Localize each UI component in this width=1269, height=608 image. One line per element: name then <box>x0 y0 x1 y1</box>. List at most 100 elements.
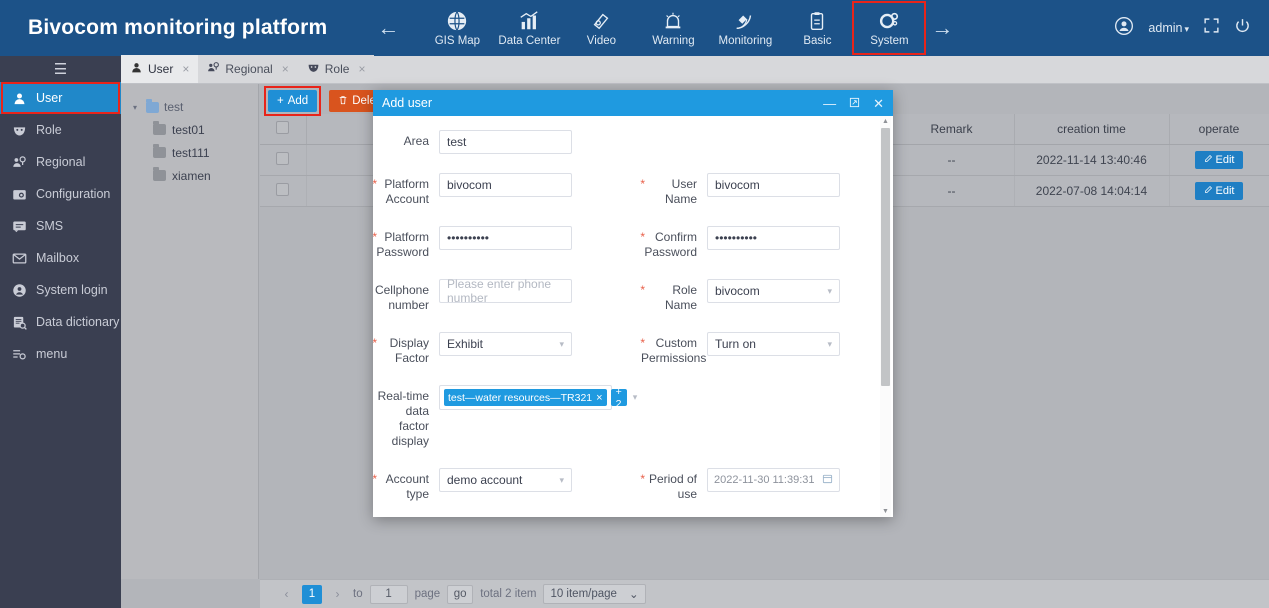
tree-node-label: test <box>164 100 184 114</box>
chevron-down-icon[interactable]: ▾ <box>133 103 141 112</box>
tree-node-root[interactable]: ▾ test <box>121 96 258 118</box>
confirm-password-input[interactable]: •••••••••• <box>707 226 840 250</box>
add-user-form: Area test * Platform Account bivocom * Use… <box>373 116 893 502</box>
platform-password-input[interactable]: •••••••••• <box>439 226 572 250</box>
prev-page-button[interactable]: ‹ <box>278 585 295 604</box>
cellphone-input[interactable]: Please enter phone number <box>439 277 572 305</box>
scrollbar-thumb[interactable] <box>881 128 890 386</box>
minimize-icon[interactable]: — <box>823 97 836 110</box>
nav-scroll-right-icon[interactable]: → <box>925 17 959 39</box>
remove-tag-icon[interactable]: × <box>596 392 602 404</box>
realtime-factor-multiselect[interactable]: test—water resources—TR321 × + 2 ▾ <box>439 385 637 410</box>
field-label: Cellphone number <box>374 283 429 312</box>
sidebar-item-data-dictionary[interactable]: Data dictionary <box>0 306 121 338</box>
sidebar-item-configuration[interactable]: Configuration <box>0 178 121 210</box>
edit-button[interactable]: Edit <box>1194 150 1244 169</box>
sidebar-item-sms[interactable]: SMS <box>0 210 121 242</box>
selected-tag[interactable]: test—water resources—TR321 × <box>444 389 607 406</box>
edit-button[interactable]: Edit <box>1194 181 1244 200</box>
nav-item-system[interactable]: System <box>852 1 927 55</box>
close-icon[interactable]: × <box>358 62 365 76</box>
avatar[interactable] <box>1114 16 1134 41</box>
period-of-use-value: 2022-11-30 11:39:31 <box>714 474 815 486</box>
user-name-input[interactable]: bivocom <box>707 173 840 197</box>
add-button[interactable]: + Add <box>268 90 318 112</box>
display-factor-value: Exhibit <box>447 337 484 351</box>
custom-permissions-value: Turn on <box>715 337 756 351</box>
close-icon[interactable]: × <box>282 62 289 76</box>
nav-item-data-center[interactable]: Data Center <box>493 2 565 54</box>
alarm-icon <box>662 10 684 32</box>
sidebar-item-system-login[interactable]: System login <box>0 274 121 306</box>
tag-label: test—water resources—TR321 <box>448 391 593 404</box>
nav-item-basic[interactable]: Basic <box>781 2 853 54</box>
cell-remark: -- <box>889 144 1015 176</box>
nav-item-warning[interactable]: Warning <box>637 2 709 54</box>
close-icon[interactable]: × <box>182 62 189 76</box>
gear-icon <box>878 10 900 32</box>
field-label: Real-time data factor display <box>377 389 429 448</box>
nav-scroll-left-icon[interactable]: ← <box>371 17 405 39</box>
nav-item-gis-map[interactable]: GIS Map <box>421 2 493 54</box>
row-checkbox-cell[interactable] <box>260 144 307 176</box>
account-type-select[interactable]: demo account ▾ <box>439 468 572 492</box>
tree-node-test111[interactable]: test111 <box>121 141 258 164</box>
sidebar-item-label: Data dictionary <box>36 315 120 329</box>
chevron-down-icon: ▾ <box>827 338 832 349</box>
field-custom-permissions: * Custom Permissions Turn on ▾ <box>640 332 893 366</box>
sidebar-item-user[interactable]: User <box>0 82 121 114</box>
user-menu[interactable]: admin ▾ <box>1148 19 1189 37</box>
display-factor-select[interactable]: Exhibit ▾ <box>439 332 572 356</box>
role-name-select[interactable]: bivocom ▾ <box>707 279 840 303</box>
login-user-icon <box>11 282 28 299</box>
sidebar-collapse-icon[interactable]: ☰ <box>0 56 121 82</box>
scroll-down-arrow-icon[interactable]: ▼ <box>880 506 891 517</box>
sidebar-item-menu[interactable]: menu <box>0 338 121 370</box>
custom-permissions-select[interactable]: Turn on ▾ <box>707 332 840 356</box>
field-period-of-use: * Period of use 2022-11-30 11:39:31 <box>640 468 893 502</box>
dialog-scrollbar[interactable]: ▲ ▼ <box>880 116 891 517</box>
power-icon[interactable] <box>1234 17 1251 39</box>
close-icon[interactable]: ✕ <box>873 97 884 110</box>
platform-account-input[interactable]: bivocom <box>439 173 572 197</box>
page-size-select[interactable]: 10 item/page ⌄ <box>543 584 646 604</box>
tree-node-test01[interactable]: test01 <box>121 118 258 141</box>
scroll-up-arrow-icon[interactable]: ▲ <box>880 116 891 127</box>
calendar-icon[interactable] <box>822 473 833 487</box>
menu-gear-icon <box>11 346 28 363</box>
more-tags-badge[interactable]: + 2 <box>610 386 627 410</box>
field-label: * Role Name <box>640 279 703 313</box>
area-input[interactable]: test <box>439 130 572 154</box>
tree-node-xiamen[interactable]: xiamen <box>121 164 258 187</box>
select-all-checkbox[interactable] <box>276 120 290 134</box>
tab-user[interactable]: User × <box>121 55 199 83</box>
tab-role[interactable]: Role × <box>297 55 375 83</box>
period-of-use-input[interactable]: 2022-11-30 11:39:31 <box>707 468 840 492</box>
goto-page-input[interactable]: 1 <box>369 584 408 604</box>
sidebar-item-regional[interactable]: Regional <box>0 146 121 178</box>
row-checkbox[interactable] <box>276 151 290 165</box>
dialog-title-bar[interactable]: Add user — ✕ <box>373 90 893 116</box>
chevron-down-icon: ▾ <box>559 338 564 349</box>
select-all-header[interactable] <box>260 114 307 145</box>
nav-item-monitoring[interactable]: Monitoring <box>709 2 781 54</box>
nav-item-video[interactable]: Video <box>565 2 637 54</box>
column-header-remark[interactable]: Remark <box>889 114 1015 145</box>
tree-node-label: test01 <box>172 122 205 137</box>
sidebar-item-mailbox[interactable]: Mailbox <box>0 242 121 274</box>
required-marker: * <box>640 336 645 350</box>
fullscreen-icon[interactable] <box>1203 17 1220 39</box>
sidebar-item-label: Configuration <box>36 187 111 201</box>
next-page-button[interactable]: › <box>329 585 346 604</box>
column-header-creation-time[interactable]: creation time <box>1014 114 1170 145</box>
maximize-icon[interactable] <box>849 97 860 110</box>
page-number-1[interactable]: 1 <box>302 584 322 604</box>
go-button[interactable]: go <box>447 584 474 604</box>
field-label: * Display Factor <box>373 332 435 366</box>
tab-regional[interactable]: Regional × <box>198 55 298 83</box>
row-checkbox-cell[interactable] <box>260 175 307 207</box>
region-pin-icon <box>207 61 220 77</box>
data-dictionary-icon <box>11 314 28 331</box>
row-checkbox[interactable] <box>276 182 290 196</box>
sidebar-item-role[interactable]: Role <box>0 114 121 146</box>
